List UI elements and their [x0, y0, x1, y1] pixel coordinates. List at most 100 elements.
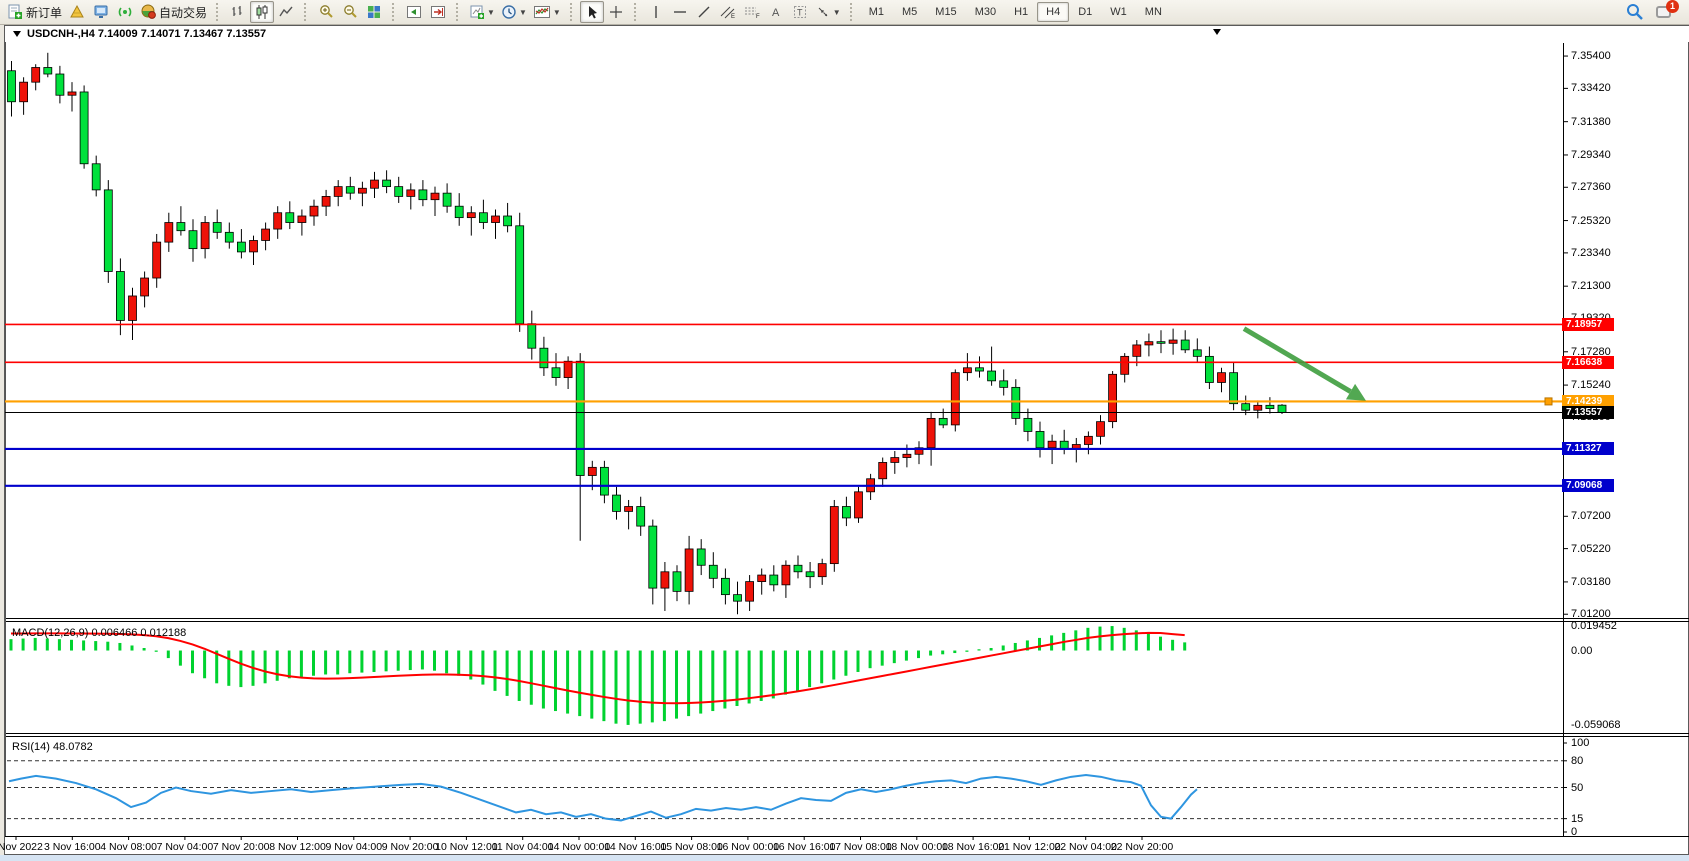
bear-candle — [455, 206, 463, 217]
bear-candle — [80, 92, 88, 164]
auto-scroll-button[interactable] — [402, 1, 426, 23]
one-click-arrow-icon[interactable] — [1213, 29, 1221, 35]
svg-text:T: T — [797, 8, 803, 18]
bull-candle — [1109, 374, 1117, 421]
macd-histogram-bar — [929, 651, 932, 656]
svg-text:F: F — [756, 14, 760, 20]
vertical-line-tool[interactable] — [644, 1, 668, 23]
new-order-button[interactable]: 新订单 — [4, 1, 65, 23]
indicators-icon — [533, 4, 551, 20]
macd-histogram-bar — [94, 641, 97, 650]
axis-tick-label: 7.35400 — [1571, 50, 1611, 62]
bull-candle — [274, 213, 282, 229]
tf-d1-button[interactable]: D1 — [1069, 2, 1101, 22]
chevron-down-icon: ▼ — [553, 8, 561, 17]
trendline-tool[interactable] — [692, 1, 716, 23]
signal-icon — [117, 4, 133, 20]
chart-title-row: USDCNH-,H4 7.14009 7.14071 7.13467 7.135… — [5, 26, 1689, 42]
crosshair-tool-button[interactable] — [604, 1, 628, 23]
line-chart-button[interactable] — [274, 1, 298, 23]
bear-candle — [44, 67, 52, 74]
macd-histogram-bar — [530, 651, 533, 705]
auto-scroll-icon — [406, 4, 422, 20]
macd-histogram-bar — [34, 638, 37, 651]
notification-button[interactable]: 1 — [1655, 2, 1677, 22]
period-button[interactable]: ▼ — [498, 1, 530, 23]
axis-tick-label: -0.059068 — [1571, 719, 1621, 731]
time-axis-label: 3 Nov 2022 — [0, 841, 43, 853]
macd-layer — [10, 626, 1187, 725]
axis-tick-label: 7.25320 — [1571, 215, 1611, 227]
bull-candle — [963, 368, 971, 373]
tile-windows-icon — [366, 4, 382, 20]
tf-m30-button[interactable]: M30 — [966, 2, 1005, 22]
macd-histogram-bar — [953, 651, 956, 654]
time-axis-label: 22 Nov 20:00 — [1111, 841, 1173, 853]
tf-m5-button[interactable]: M5 — [893, 2, 926, 22]
axis-tick-label: 7.21300 — [1571, 280, 1611, 292]
macd-histogram-bar — [457, 651, 460, 676]
macd-histogram-bar — [1099, 627, 1102, 651]
bear-candle — [56, 74, 64, 95]
bear-candle — [770, 575, 778, 585]
bear-candle — [286, 213, 294, 223]
chart-window[interactable]: 7.354007.334207.313807.293407.273607.253… — [4, 25, 1689, 855]
chart-shift-button[interactable] — [426, 1, 450, 23]
price-line-label: 7.13557 — [1562, 406, 1614, 419]
text-label-tool[interactable]: T — [788, 1, 812, 23]
rsi-label: RSI(14) 48.0782 — [12, 741, 93, 753]
cursor-tool-button[interactable] — [580, 1, 604, 23]
rsi-layer — [7, 761, 1563, 821]
tf-h1-button[interactable]: H1 — [1005, 2, 1037, 22]
bear-candle — [1012, 387, 1020, 418]
horizontal-line-tool[interactable] — [668, 1, 692, 23]
monitor-icon — [93, 4, 109, 20]
text-icon: A — [768, 4, 784, 20]
tf-m15-button[interactable]: M15 — [926, 2, 965, 22]
bear-candle — [1193, 350, 1201, 357]
pyramid-button[interactable] — [65, 1, 89, 23]
zoom-in-button[interactable] — [314, 1, 338, 23]
monitor-button[interactable] — [89, 1, 113, 23]
macd-histogram-bar — [736, 651, 739, 706]
text-tool[interactable]: A — [764, 1, 788, 23]
fibonacci-tool[interactable]: F — [740, 1, 764, 23]
macd-histogram-bar — [288, 651, 291, 679]
macd-histogram-bar — [578, 651, 581, 717]
macd-histogram-bar — [1038, 638, 1041, 651]
axis-tick-label: 100 — [1571, 737, 1589, 749]
new-chart-button[interactable]: ▼ — [466, 1, 498, 23]
axis-tick-label: 7.07200 — [1571, 510, 1611, 522]
indicators-button[interactable]: ▼ — [530, 1, 564, 23]
bar-chart-button[interactable] — [226, 1, 250, 23]
arrows-tool[interactable]: ▼ — [812, 1, 844, 23]
chart-area[interactable]: 7.354007.334207.313807.293407.273607.253… — [5, 26, 1689, 856]
tf-w1-button[interactable]: W1 — [1101, 2, 1136, 22]
macd-histogram-bar — [167, 651, 170, 659]
macd-histogram-bar — [784, 651, 787, 695]
chart-shift-icon — [430, 4, 446, 20]
equidistant-channel-tool[interactable]: E — [716, 1, 740, 23]
macd-histogram-bar — [905, 651, 908, 661]
bear-candle — [479, 213, 487, 223]
bull-candle — [334, 187, 342, 197]
tf-m1-button[interactable]: M1 — [860, 2, 893, 22]
signal-button[interactable] — [113, 1, 137, 23]
chart-menu-triangle-icon[interactable] — [13, 31, 21, 37]
search-icon[interactable] — [1625, 2, 1645, 22]
trend-arrow[interactable] — [1244, 329, 1366, 401]
zoom-out-button[interactable] — [338, 1, 362, 23]
macd-histogram-bar — [82, 640, 85, 650]
tf-mn-button[interactable]: MN — [1136, 2, 1171, 22]
tf-h4-button[interactable]: H4 — [1037, 2, 1069, 22]
price-line-label: 7.18957 — [1562, 318, 1614, 331]
tile-windows-button[interactable] — [362, 1, 386, 23]
autotrading-button[interactable]: 自动交易 — [137, 1, 210, 23]
bear-candle — [1205, 356, 1213, 382]
bear-candle — [613, 495, 621, 511]
candlestick-chart-button[interactable] — [250, 1, 274, 23]
price-line-label: 7.16638 — [1562, 356, 1614, 369]
macd-histogram-bar — [1014, 643, 1017, 651]
chart-title: USDCNH-,H4 7.14009 7.14071 7.13467 7.135… — [27, 28, 266, 40]
macd-histogram-bar — [518, 651, 521, 701]
